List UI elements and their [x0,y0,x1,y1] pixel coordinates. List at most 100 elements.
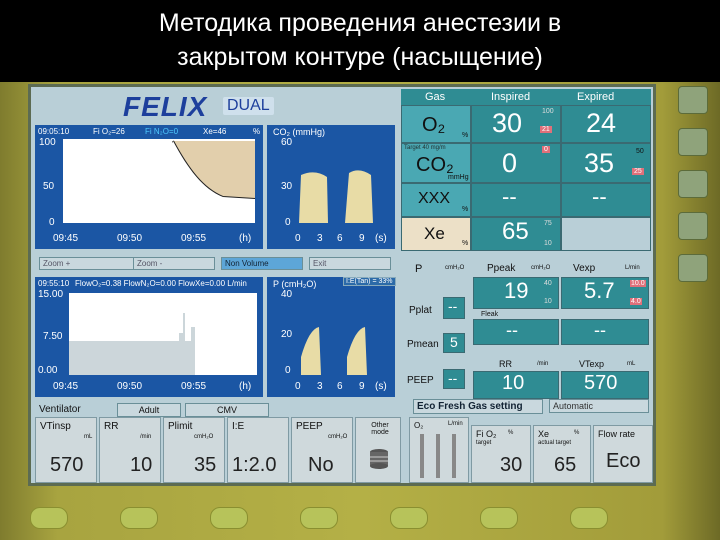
flow-tube [436,434,440,478]
vtinsp-value: 570 [50,454,84,476]
co2-note: Target 40 mg/m [404,145,446,151]
graph1-fio2: Fi O₂=26 [93,127,125,136]
expired-header: Expired [577,91,615,103]
graph2-x0: 0 [295,233,301,244]
graph1-yzero: 0 [49,217,55,228]
eco-fresh-gas-button[interactable]: Eco Fresh Gas setting [413,399,543,414]
pplat-label: Pplat [409,305,432,316]
pressure-wave-2 [347,327,367,375]
vexp-label: Vexp [573,263,596,274]
vtexp-cell: 570 [561,371,649,399]
ie-label: I:E [232,421,245,432]
vexp-max: 10.0 [630,280,646,287]
xe-inspired-value: 65 [502,218,529,245]
xe-insp-max: 75 [544,220,552,227]
xe-setting-unit: % [574,430,580,436]
automatic-button[interactable]: Automatic [549,399,649,413]
o2-flow-label: O₂ [414,421,424,430]
graph3-x3: (h) [239,381,252,392]
xe-insp-min: 10 [544,240,552,247]
vexp-unit: L/min [625,265,640,271]
bezel-button[interactable] [678,254,708,282]
vtinsp-setting[interactable]: VTinsp mL 570 [35,417,97,483]
flow-rate-setting[interactable]: Flow rate Eco [593,425,653,483]
peep-label: PEEP [407,375,434,386]
xe-unit: % [462,240,469,247]
peep-setting[interactable]: PEEP cmH₂O No [291,417,353,483]
bezel-button[interactable] [678,86,708,114]
graph2-x1: 3 [317,233,323,244]
graph1-ymid: 50 [43,181,55,192]
rr-label: RR [499,359,512,369]
non-volume-button[interactable]: Non Volume [221,257,303,270]
rr-cell: 10 [473,371,559,399]
ie-setting[interactable]: I:E 1:2.0 [227,417,289,483]
bezel-button[interactable] [300,507,338,529]
ventilator-screen: FELIX DUAL 09:05:10 Fi O₂=26 Fi N₂O=0 Xe… [28,84,656,486]
fio2-setting[interactable]: Fi O₂ % target 30 [471,425,531,483]
vtinsp-unit: mL [84,434,93,440]
xe-inspired-cell: 65 75 10 [471,217,561,251]
rr-setting-label: RR [104,421,119,432]
bezel-button[interactable] [30,507,68,529]
graph1-xe: Xe=46 [203,127,227,136]
bezel-button[interactable] [210,507,248,529]
o2-name-cell: O₂ % [401,105,471,143]
graph1-x2: 09:55 [181,233,207,244]
pmean-value: 5 [450,334,458,350]
plimit-setting[interactable]: Plimit cmH₂O 35 [163,417,225,483]
pressure-plot [297,293,387,375]
graph3-header: FlowO₂=0.38 FlowN₂O=0.00 FlowXe=0.00 L/m… [75,279,247,288]
bezel-button[interactable] [678,212,708,240]
pressure-wave-1 [301,327,321,375]
rr-setting[interactable]: RR /min 10 [99,417,161,483]
co2-wave-1 [299,172,328,223]
graph2-ymid: 30 [281,181,293,192]
o2-expired-cell: 24 [561,105,651,143]
xxx-inspired-value: -- [502,184,517,209]
o2-expired-value: 24 [586,108,617,138]
graph1-x0: 09:45 [53,233,79,244]
exit-button[interactable]: Exit [309,257,391,270]
bezel-button[interactable] [678,170,708,198]
pressure-panel: P cmH₂O Ppeak cmH₂O Vexp L/min 19 40 10 … [401,261,651,411]
co2-wave-2 [345,170,373,223]
o2-label: O₂ [422,114,446,136]
graph1-fin2o: Fi N₂O=0 [145,127,179,136]
other-mode-label: Other mode [371,422,389,436]
mode-button[interactable]: CMV [185,403,269,417]
pressure-graph: P (cmH₂O) I:E(Tan) = 33% 40 20 0 0 3 6 9… [267,277,396,397]
co2-expired-cell: 35 50 25 [561,143,651,183]
zoom-minus-button[interactable]: Zoom - [133,257,215,270]
xe-setting[interactable]: Xe % actual target 65 [533,425,591,483]
bezel-button[interactable] [390,507,428,529]
co2-unit: mmHg [448,174,469,181]
bezel-button[interactable] [480,507,518,529]
graph3-ytop: 15.00 [38,289,64,300]
gas-trend-plot [63,139,255,223]
pmean-label: Pmean [407,339,439,350]
rr-value: 10 [502,372,525,394]
o2-inspired-cell: 30 100 21 [471,105,561,143]
flow-area [69,313,195,375]
zoom-plus-button[interactable]: Zoom + [39,257,143,270]
fleak2-value: -- [594,320,606,340]
ppeak-min: 10 [544,298,552,305]
patient-type-button[interactable]: Adult [117,403,181,417]
xxx-unit: % [462,206,469,213]
bezel-button[interactable] [120,507,158,529]
bezel-button[interactable] [570,507,608,529]
graph3-yzero: 0.00 [38,365,58,376]
ventilator-label: Ventilator [39,404,81,415]
vtexp-value: 570 [584,372,618,394]
eco-bar: Eco Fresh Gas setting Automatic [409,399,653,415]
xe-label: Xe [424,224,445,243]
ie-value: 1:2.0 [232,454,277,476]
co2-exp-max: 50 [636,148,644,155]
other-mode-button[interactable]: Other mode [355,417,401,483]
rr-unit: /min [537,361,549,367]
graph2-yzero: 0 [285,217,291,228]
vexp-value: 5.7 [584,278,615,303]
plimit-label: Plimit [168,421,193,432]
bezel-button[interactable] [678,128,708,156]
